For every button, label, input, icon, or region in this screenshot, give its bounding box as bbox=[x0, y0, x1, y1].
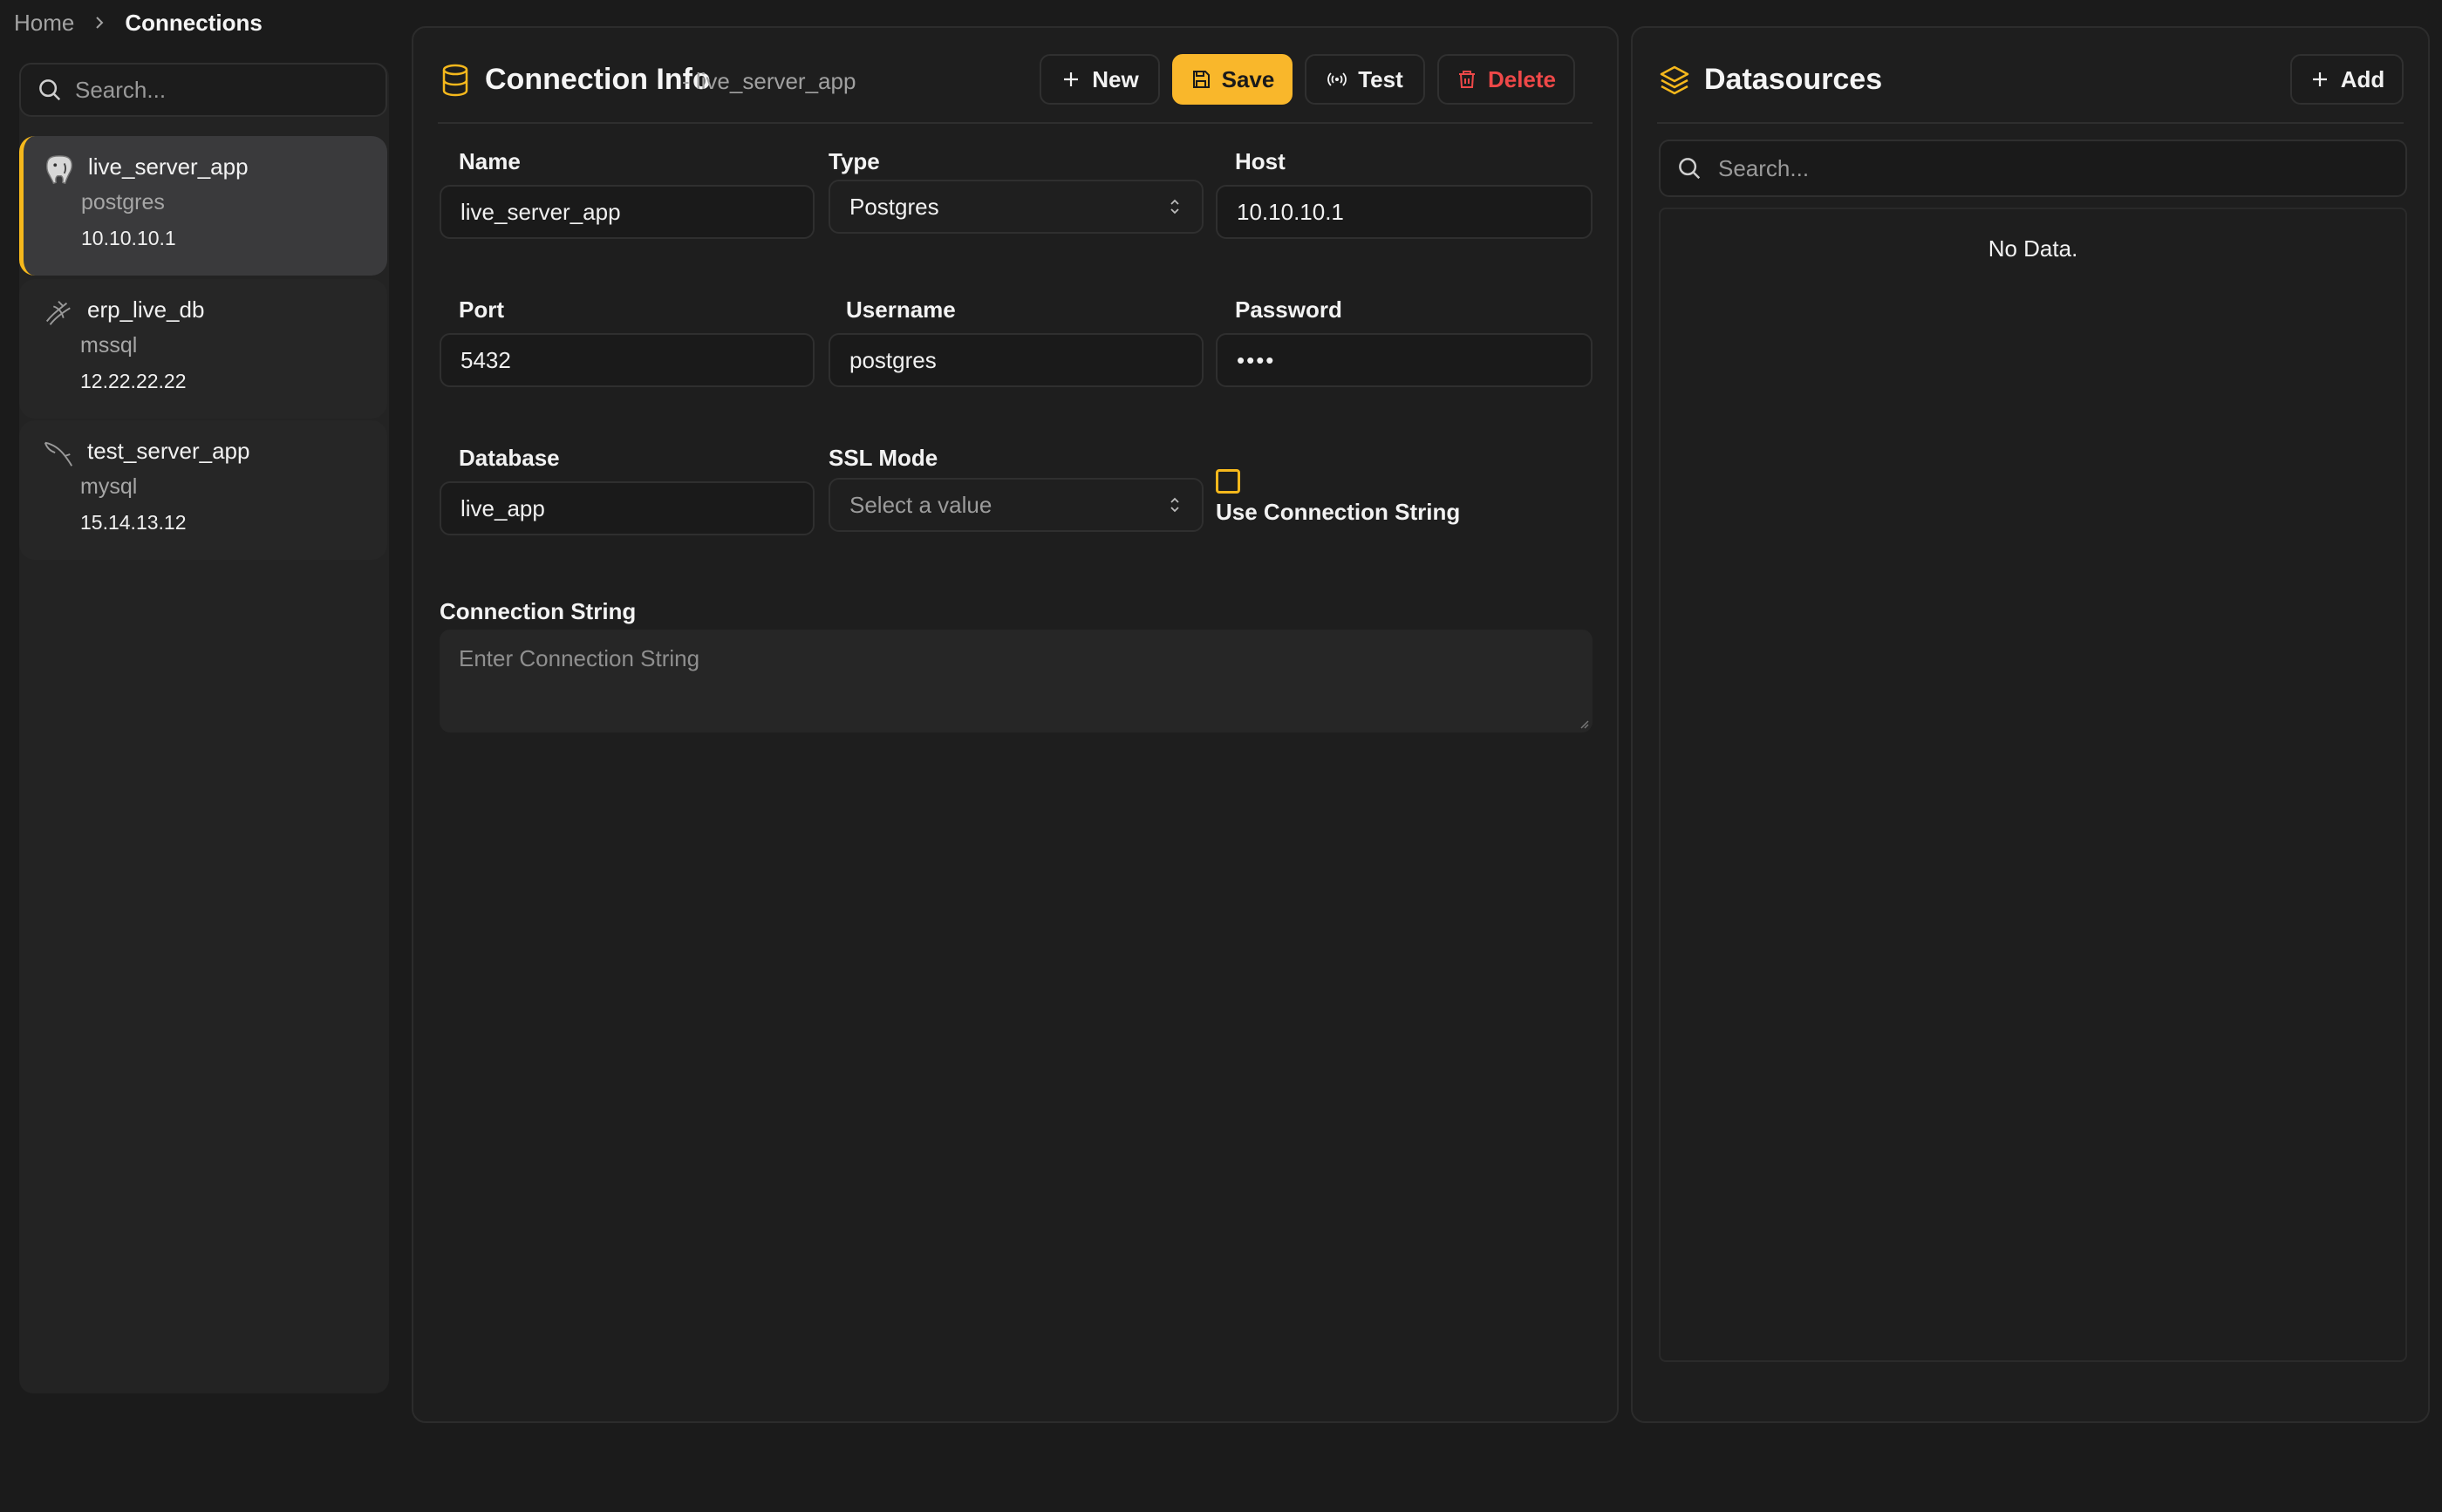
plus-icon bbox=[1064, 72, 1079, 86]
name-label: Name bbox=[459, 148, 521, 174]
datasources-search bbox=[1659, 140, 2407, 197]
ssl-mode-placeholder: Select a value bbox=[849, 491, 992, 518]
connection-item-test-server-app[interactable]: test_server_app mysql 15.14.13.12 bbox=[19, 420, 387, 560]
connection-name: live_server_app bbox=[88, 153, 249, 180]
connection-string-label: Connection String bbox=[440, 598, 637, 624]
connection-info-header: Connection Info - live_server_app New Sa… bbox=[438, 54, 1593, 124]
type-select-value: Postgres bbox=[849, 193, 939, 220]
broadcast-icon bbox=[1327, 72, 1347, 86]
plus-icon bbox=[2312, 72, 2327, 86]
empty-state-text: No Data. bbox=[1988, 235, 2078, 262]
postgres-elephant-icon bbox=[46, 155, 72, 185]
chevron-right-icon bbox=[93, 17, 106, 29]
floppy-disk-icon bbox=[1192, 71, 1210, 88]
chevron-up-down-icon bbox=[1170, 497, 1179, 513]
connection-string-textarea[interactable] bbox=[440, 630, 1593, 732]
password-field[interactable] bbox=[1216, 333, 1593, 387]
connection-type: postgres bbox=[81, 190, 165, 215]
search-icon bbox=[1679, 158, 1701, 180]
password-label: Password bbox=[1235, 296, 1342, 323]
save-button-label: Save bbox=[1221, 65, 1275, 92]
panel-title: Connection Info bbox=[485, 63, 711, 96]
save-button[interactable]: Save bbox=[1172, 54, 1293, 105]
connection-type: mysql bbox=[80, 474, 138, 499]
connection-item-live-server-app[interactable]: live_server_app postgres 10.10.10.1 bbox=[19, 136, 387, 276]
datasources-search-input[interactable] bbox=[1716, 153, 2379, 183]
add-button-label: Add bbox=[2340, 65, 2385, 92]
database-field[interactable] bbox=[440, 481, 815, 535]
type-label: Type bbox=[829, 148, 880, 174]
use-connection-string-label[interactable]: Use Connection String bbox=[1216, 499, 1460, 526]
connection-type: mssql bbox=[80, 333, 138, 358]
connection-name: erp_live_db bbox=[87, 296, 205, 323]
ssl-mode-label: SSL Mode bbox=[829, 445, 938, 471]
delete-button-label: Delete bbox=[1487, 65, 1557, 92]
sidebar-search bbox=[19, 63, 387, 117]
connections-sidebar: live_server_app postgres 10.10.10.1 erp_… bbox=[19, 63, 389, 1393]
datasources-header: Datasources Add bbox=[1657, 54, 2404, 124]
datasources-list: No Data. bbox=[1659, 208, 2407, 1362]
connection-host: 10.10.10.1 bbox=[81, 227, 176, 249]
name-field[interactable] bbox=[440, 185, 815, 239]
breadcrumb-current: Connections bbox=[125, 9, 263, 36]
username-field[interactable] bbox=[829, 333, 1204, 387]
port-label: Port bbox=[459, 296, 504, 323]
test-button-label: Test bbox=[1358, 65, 1403, 92]
connection-name: test_server_app bbox=[87, 438, 250, 464]
port-field[interactable] bbox=[440, 333, 815, 387]
ssl-mode-select[interactable]: Select a value bbox=[829, 478, 1204, 532]
breadcrumb-home-link[interactable]: Home bbox=[14, 10, 74, 37]
panel-subtitle: - live_server_app bbox=[682, 68, 856, 94]
connection-host: 15.14.13.12 bbox=[80, 511, 187, 534]
resize-grip-icon[interactable] bbox=[1579, 719, 1589, 729]
connection-info-panel: Connection Info - live_server_app New Sa… bbox=[412, 26, 1619, 1423]
datasources-title: Datasources bbox=[1704, 63, 1883, 96]
new-button[interactable]: New bbox=[1040, 54, 1160, 105]
host-field[interactable] bbox=[1216, 185, 1593, 239]
breadcrumb: Home Connections bbox=[14, 9, 263, 37]
use-connection-string-checkbox[interactable] bbox=[1216, 469, 1240, 494]
search-icon bbox=[39, 79, 61, 101]
datasources-panel: Datasources Add No Data. bbox=[1631, 26, 2430, 1423]
test-button[interactable]: Test bbox=[1305, 54, 1425, 105]
connection-item-erp-live-db[interactable]: erp_live_db mssql 12.22.22.22 bbox=[19, 279, 387, 419]
trash-icon bbox=[1458, 71, 1475, 88]
sidebar-search-input[interactable] bbox=[73, 75, 370, 105]
connection-host: 12.22.22.22 bbox=[80, 370, 187, 392]
layers-icon bbox=[1660, 65, 1689, 95]
host-label: Host bbox=[1235, 148, 1286, 174]
mssql-icon bbox=[45, 301, 71, 325]
chevron-up-down-icon bbox=[1170, 199, 1179, 215]
database-icon bbox=[442, 64, 468, 97]
add-datasource-button[interactable]: Add bbox=[2290, 54, 2404, 105]
type-select[interactable]: Postgres bbox=[829, 180, 1204, 234]
database-label: Database bbox=[459, 445, 560, 471]
new-button-label: New bbox=[1092, 65, 1139, 92]
delete-button[interactable]: Delete bbox=[1437, 54, 1575, 105]
mysql-dolphin-icon bbox=[44, 441, 73, 467]
username-label: Username bbox=[846, 296, 956, 323]
